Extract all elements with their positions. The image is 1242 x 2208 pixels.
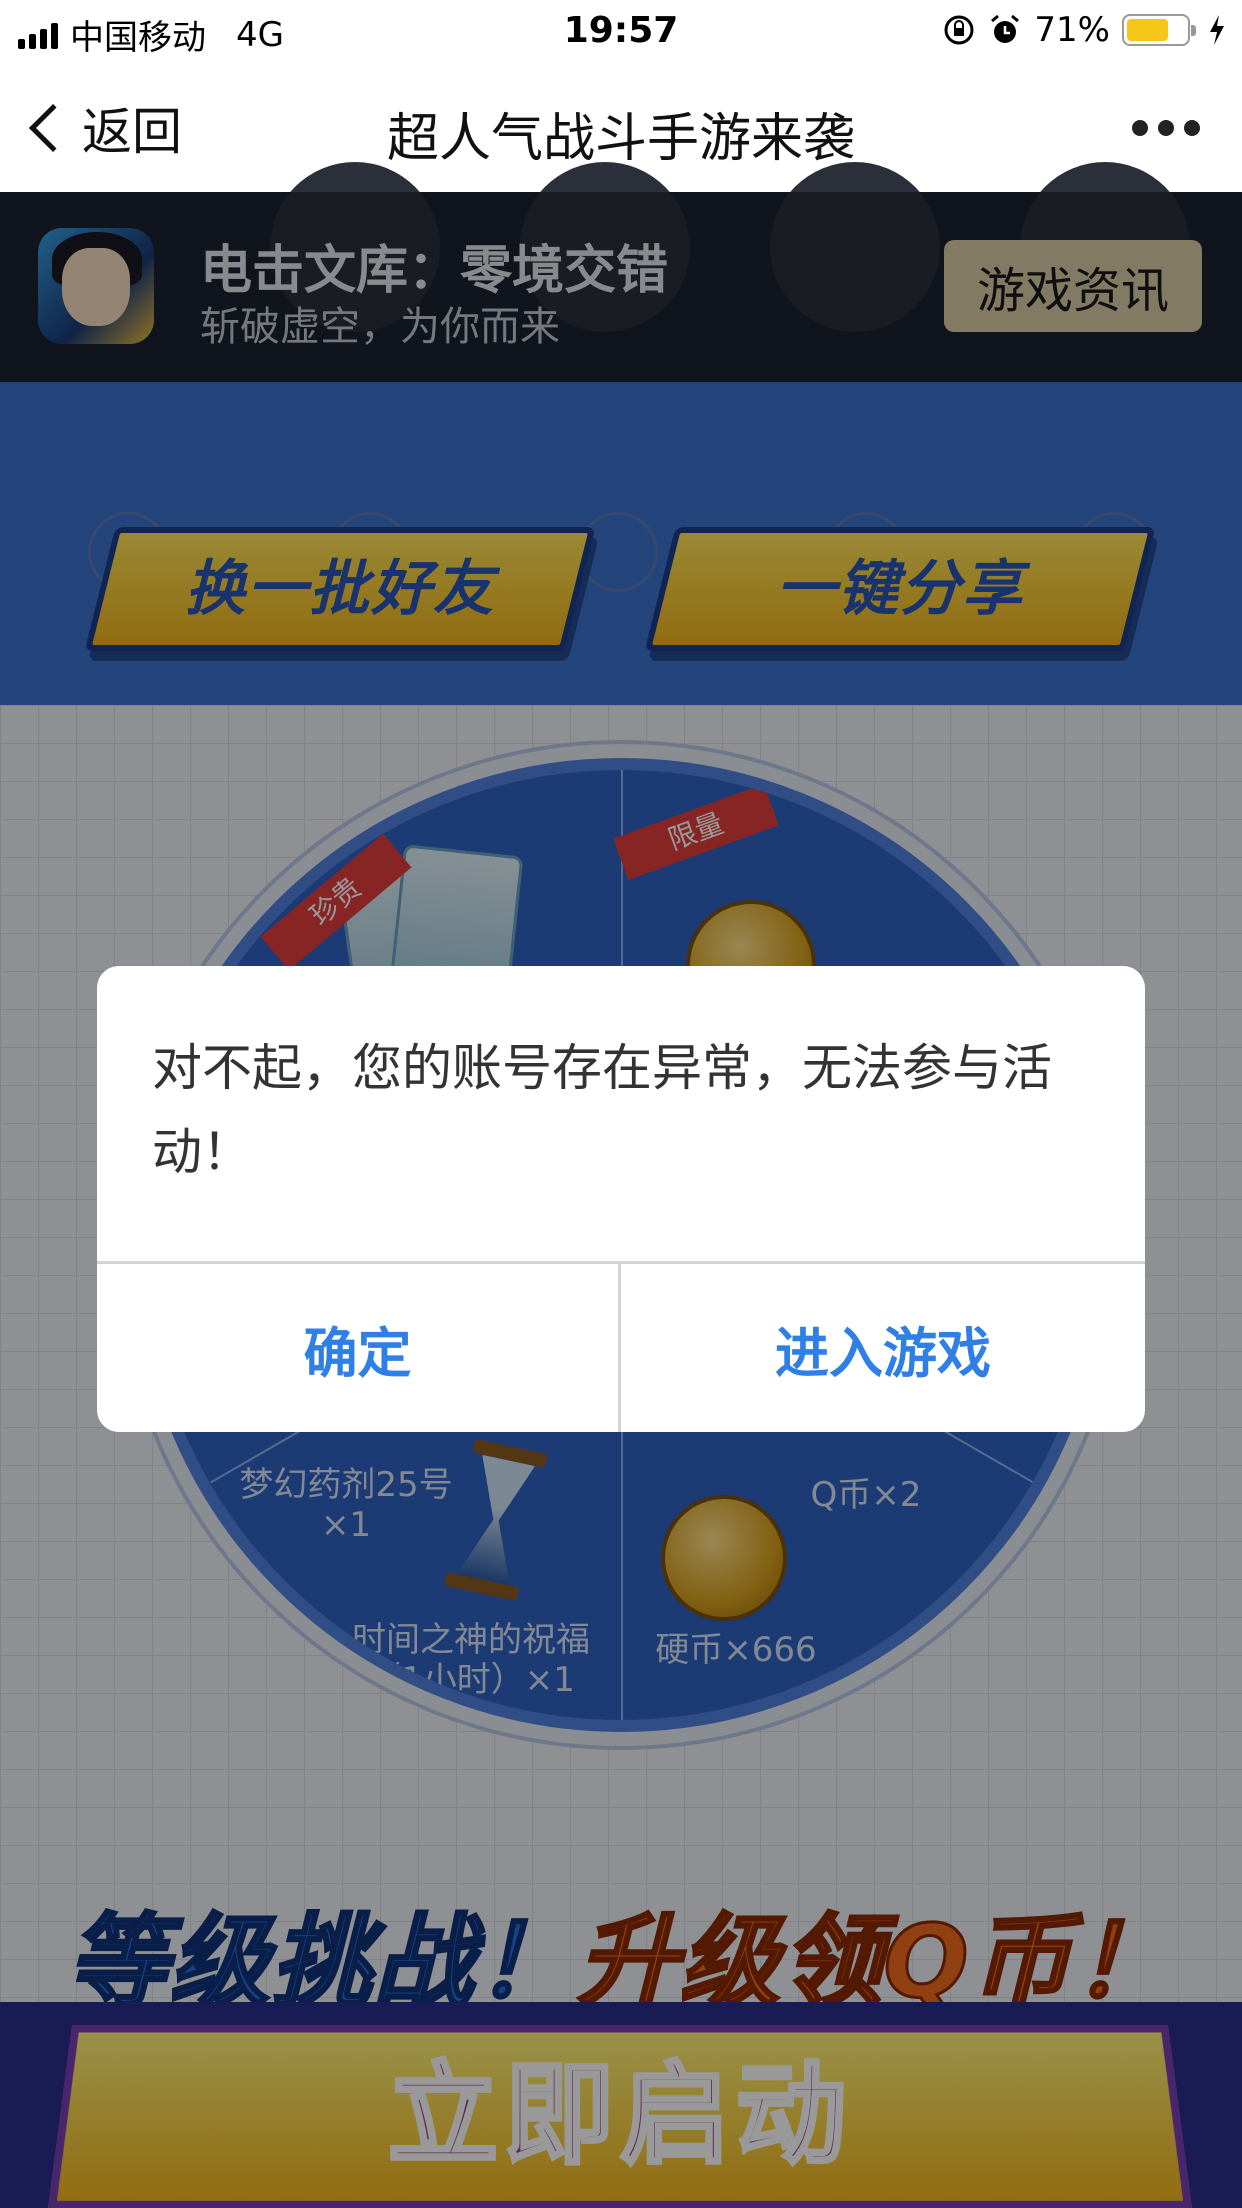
status-right: 71%	[942, 10, 1226, 50]
enter-game-button[interactable]: 进入游戏	[621, 1264, 1145, 1432]
orientation-lock-icon	[944, 15, 974, 45]
status-bar: 中国移动 4G 19:57 71%	[0, 0, 1242, 62]
battery-icon	[1122, 14, 1196, 46]
confirm-button[interactable]: 确定	[97, 1264, 618, 1432]
alarm-icon	[991, 14, 1020, 43]
page-title: 超人气战斗手游来袭	[386, 109, 855, 169]
charging-icon	[1210, 15, 1224, 45]
more-menu-icon[interactable]	[1132, 120, 1200, 136]
alert-dialog: 对不起，您的账号存在异常，无法参与活动！ 确定 进入游戏	[97, 966, 1145, 1432]
battery-percent: 71%	[1034, 10, 1110, 50]
dialog-message: 对不起，您的账号存在异常，无法参与活动！	[152, 1039, 1052, 1181]
